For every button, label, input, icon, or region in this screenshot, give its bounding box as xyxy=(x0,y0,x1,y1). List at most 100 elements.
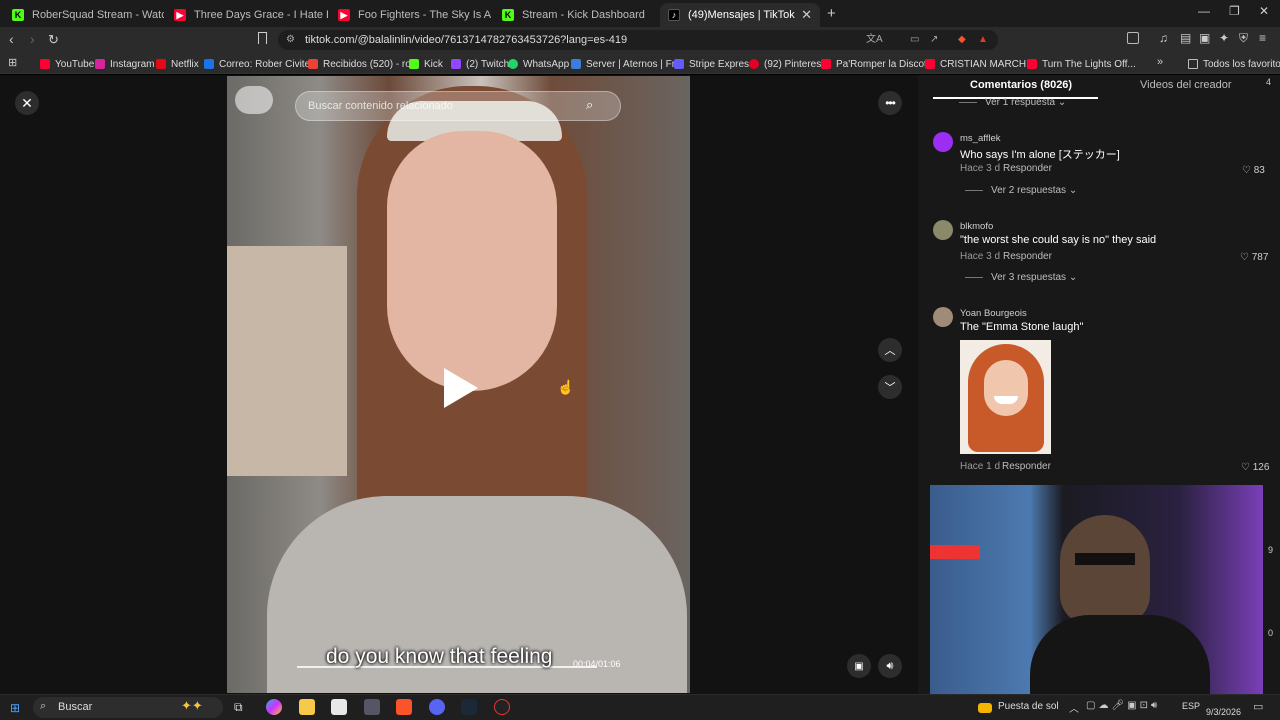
view-replies[interactable]: Ver 2 respuestas ⌄ xyxy=(965,185,1077,196)
reader-icon[interactable]: ▤ xyxy=(1180,31,1191,45)
tab-tiktok-messages[interactable]: ♪ (49)Mensajes | TikTok ✕ xyxy=(660,3,820,27)
all-bookmarks-folder[interactable]: Todos los favoritos xyxy=(1188,56,1280,72)
bookmark-cristian[interactable]: CRISTIAN MARCHI... xyxy=(925,56,1037,72)
tab-roberquad-stream[interactable]: K RoberSquad Stream - Watch Live xyxy=(4,3,164,27)
translate-icon[interactable]: 文A xyxy=(866,30,883,50)
more-bookmarks-icon[interactable]: » xyxy=(1157,56,1163,68)
reply-button[interactable]: Responder xyxy=(1002,461,1051,472)
youtube-icon xyxy=(925,59,935,69)
bookmark-netflix[interactable]: Netflix xyxy=(156,56,199,72)
tab-foo-fighters[interactable]: ▶ Foo Fighters - The Sky Is A Neighbor xyxy=(330,3,492,27)
comment-username[interactable]: ms_afflek xyxy=(960,133,1000,144)
like-button[interactable]: ♡ 126 xyxy=(1241,462,1269,473)
menu-icon[interactable]: ≡ xyxy=(1259,31,1266,45)
view-replies-top[interactable]: Ver 1 respuesta ⌄ xyxy=(959,97,1066,108)
copilot-icon[interactable] xyxy=(266,699,282,715)
weather-icon[interactable] xyxy=(978,703,992,713)
address-bar[interactable]: ⚙ tiktok.com/@balalinlin/video/761371478… xyxy=(278,30,998,50)
view-replies[interactable]: Ver 3 respuestas ⌄ xyxy=(965,272,1077,283)
avatar[interactable] xyxy=(933,132,953,152)
windows-start-icon[interactable]: ⊞ xyxy=(10,701,20,715)
reply-button[interactable]: Responder xyxy=(1003,251,1052,262)
search-icon[interactable]: ⌕ xyxy=(586,97,593,113)
taskbar-search[interactable]: ⌕ Buscar ✦✦ xyxy=(33,697,223,718)
next-video-button[interactable]: ﹀ xyxy=(878,375,902,399)
avatar[interactable] xyxy=(933,220,953,240)
tray-icons[interactable]: ▢☁🎤︎▣⊡🔊︎ xyxy=(1086,700,1160,711)
like-button[interactable]: ♡ 83 xyxy=(1242,165,1265,176)
comment-image[interactable] xyxy=(960,340,1051,454)
bookmark-instagram[interactable]: Instagram xyxy=(95,56,154,72)
weather-label[interactable]: Puesta de sol xyxy=(998,701,1059,712)
bookmark-icon[interactable] xyxy=(258,32,267,44)
like-button[interactable]: ♡ 787 xyxy=(1240,252,1268,263)
webcam-overlay xyxy=(930,485,1263,701)
bookmark-correo[interactable]: Correo: Rober Civite... xyxy=(204,56,318,72)
bookmark-gmail[interactable]: Recibidos (520) - ro... xyxy=(308,56,419,72)
back-icon[interactable]: ‹ xyxy=(9,31,14,47)
comment-username[interactable]: Yoan Bourgeois xyxy=(960,308,1027,319)
vpn-icon[interactable]: ⛨ xyxy=(1239,31,1248,46)
site-info-icon[interactable]: ⚙ xyxy=(286,30,295,50)
bookmark-aternos[interactable]: Server | Aternos | Fr... xyxy=(571,56,683,72)
share-icon[interactable]: ↗ xyxy=(930,30,938,50)
close-window-icon[interactable]: ✕ xyxy=(1259,4,1269,18)
discord-icon[interactable] xyxy=(429,699,445,715)
rewards-icon[interactable]: ▲ xyxy=(978,30,988,50)
music-icon[interactable]: ♫ xyxy=(1159,31,1168,45)
bookmark-pinterest[interactable]: (92) Pinterest xyxy=(749,56,824,72)
notifications-icon[interactable]: ▭ xyxy=(1253,700,1263,713)
file-explorer-icon[interactable] xyxy=(299,699,315,715)
wallet-icon[interactable]: ▣ xyxy=(1199,31,1210,45)
more-options-button[interactable]: ••• xyxy=(878,91,902,115)
bookmark-label: Instagram xyxy=(110,58,155,70)
new-tab-icon[interactable]: + xyxy=(827,5,836,22)
bookmark-youtube[interactable]: YouTube xyxy=(40,56,94,72)
bookmark-stripe[interactable]: Stripe Express xyxy=(674,56,754,72)
reload-icon[interactable]: ↻ xyxy=(48,32,59,48)
bookmark-twitch[interactable]: (2) Twitch xyxy=(451,56,509,72)
pip-icon: ▣ xyxy=(854,660,864,672)
volume-button[interactable]: 🔊︎ xyxy=(878,654,902,678)
reply-button[interactable]: Responder xyxy=(1003,163,1052,174)
floating-player-button[interactable]: ▣ xyxy=(847,654,871,678)
close-video-button[interactable]: ✕ xyxy=(15,91,39,115)
apps-grid-icon[interactable]: ⊞ xyxy=(8,56,17,69)
video-player[interactable]: Buscar contenido relacionado ⌕ ☝ do you … xyxy=(227,76,690,693)
bookmark-turn-the-lights[interactable]: Turn The Lights Off... xyxy=(1027,56,1136,72)
minimize-icon[interactable]: — xyxy=(1198,4,1210,18)
tab-comments[interactable]: Comentarios (8026) xyxy=(970,79,1072,91)
task-view-icon[interactable]: ⧉ xyxy=(234,700,243,715)
comment-username[interactable]: blkmofo xyxy=(960,221,993,232)
related-search-input[interactable]: Buscar contenido relacionado ⌕ xyxy=(295,91,621,121)
tab-three-days-grace[interactable]: ▶ Three Days Grace - I Hate Everything xyxy=(166,3,328,27)
brave-browser-icon[interactable] xyxy=(396,699,412,715)
steam-icon[interactable] xyxy=(461,699,477,715)
restore-icon[interactable]: ❐ xyxy=(1229,4,1240,18)
play-icon[interactable] xyxy=(444,368,478,408)
tab-title: Stream - Kick Dashboard xyxy=(522,9,645,21)
like-count: 126 xyxy=(1252,462,1270,473)
previous-video-button[interactable]: ︿ xyxy=(878,338,902,362)
close-icon: ✕ xyxy=(21,94,33,111)
clock-date[interactable]: 9/3/2026 xyxy=(1206,707,1241,717)
sidebar-icon[interactable] xyxy=(1127,32,1139,44)
cast-icon[interactable]: ▭ xyxy=(910,30,919,50)
avatar[interactable] xyxy=(933,307,953,327)
brave-shield-icon[interactable]: ◆ xyxy=(958,30,966,50)
language-indicator[interactable]: ESP xyxy=(1182,701,1200,711)
bookmark-whatsapp[interactable]: WhatsApp xyxy=(508,56,569,72)
heart-icon: ♡ xyxy=(1242,165,1251,176)
tiktok-icon: ♪ xyxy=(668,9,680,21)
ai-icon[interactable]: ✦ xyxy=(1219,31,1229,45)
close-tab-icon[interactable]: ✕ xyxy=(801,7,812,23)
obs-icon[interactable] xyxy=(494,699,510,715)
bookmark-paromper[interactable]: Pa'Romper la Discot... xyxy=(821,56,935,72)
forward-icon[interactable]: › xyxy=(30,31,35,47)
app-icon[interactable] xyxy=(364,699,380,715)
tab-kick-dashboard[interactable]: K Stream - Kick Dashboard xyxy=(494,3,658,27)
store-icon[interactable] xyxy=(331,699,347,715)
tray-expand-icon[interactable]: ︿ xyxy=(1069,700,1079,715)
bookmark-kick[interactable]: Kick xyxy=(409,56,443,72)
tab-creator-videos[interactable]: Videos del creador xyxy=(1140,79,1232,91)
